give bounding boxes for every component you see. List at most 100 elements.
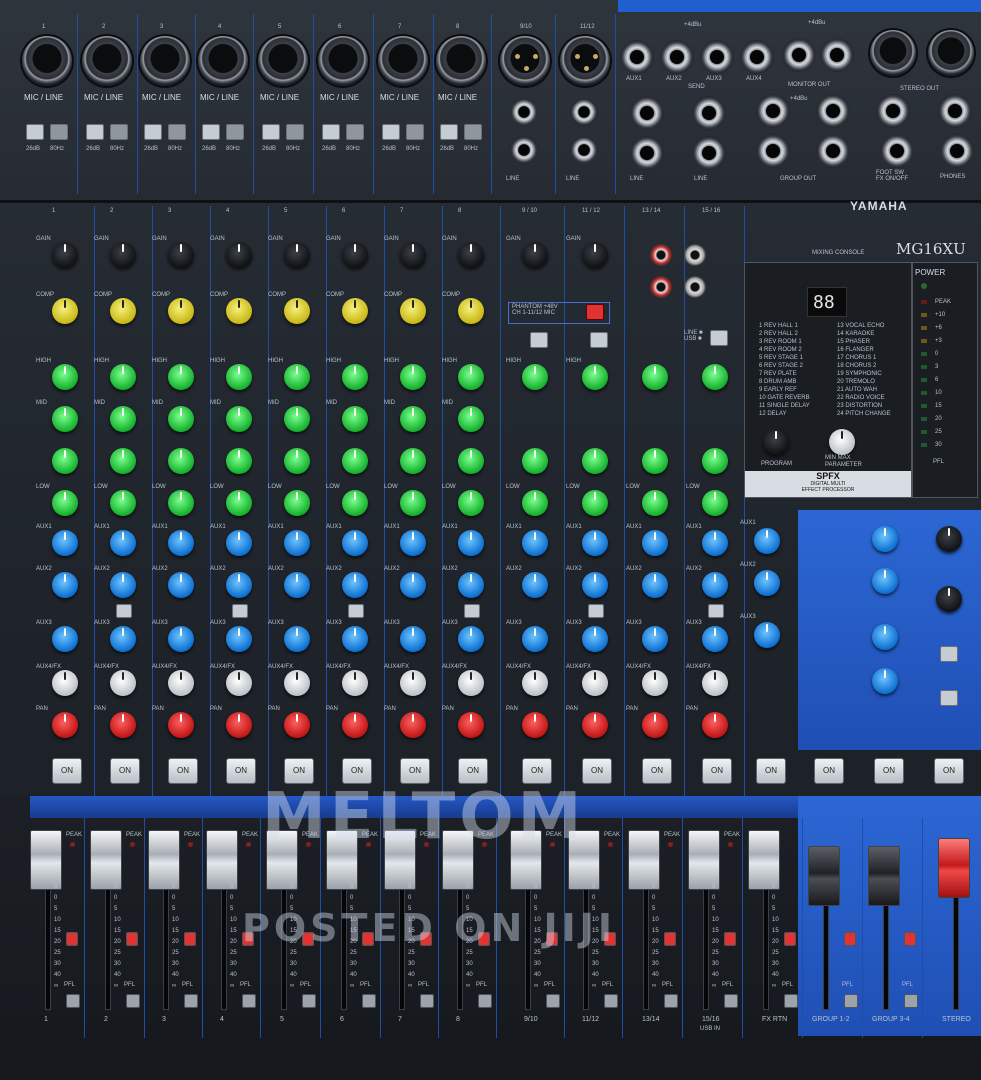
hpf-switch-6[interactable]: [346, 124, 364, 140]
strip-8-aux3-knob[interactable]: [458, 626, 484, 652]
strip-1-aux3-knob[interactable]: [52, 626, 78, 652]
strip-10-low-knob[interactable]: [582, 490, 608, 516]
aux3-send-jack[interactable]: [700, 40, 734, 74]
fader-15-assign-switch[interactable]: [904, 932, 916, 946]
phones-level-knob[interactable]: [936, 586, 962, 612]
strip-5-aux3-knob[interactable]: [284, 626, 310, 652]
strip-12-on-button[interactable]: ON: [702, 758, 732, 784]
fader-11-pfl-switch[interactable]: [664, 994, 678, 1008]
line-16-jack[interactable]: [692, 136, 726, 170]
strip-6-aux1-knob[interactable]: [342, 530, 368, 556]
strip-5-comp-knob[interactable]: [284, 298, 310, 324]
pad-switch-5[interactable]: [262, 124, 280, 140]
aux2-send-jack[interactable]: [660, 40, 694, 74]
strip-1-on-button[interactable]: ON: [52, 758, 82, 784]
pad-switch-3[interactable]: [144, 124, 162, 140]
stereo-out-left-xlr[interactable]: [870, 30, 916, 76]
strip-8-pan-knob[interactable]: [458, 712, 484, 738]
strip-6-mid-freq-knob[interactable]: [342, 406, 368, 432]
strip-5-on-button[interactable]: ON: [284, 758, 314, 784]
strip-4-low-knob[interactable]: [226, 490, 252, 516]
pad-switch-8[interactable]: [440, 124, 458, 140]
strip-3-aux2-knob[interactable]: [168, 572, 194, 598]
foot-switch-jack[interactable]: [880, 134, 914, 168]
pre-switch-1[interactable]: [116, 604, 132, 618]
strip-3-low-knob[interactable]: [168, 490, 194, 516]
line-14-jack[interactable]: [630, 136, 664, 170]
strip-2-mid-knob[interactable]: [110, 448, 136, 474]
strip-2-aux2-knob[interactable]: [110, 572, 136, 598]
strip-4-aux1-knob[interactable]: [226, 530, 252, 556]
strip-12-aux3-knob[interactable]: [702, 626, 728, 652]
phantom-switch[interactable]: [586, 304, 604, 320]
strip-12-mid-knob[interactable]: [702, 448, 728, 474]
strip-12-aux1-knob[interactable]: [702, 530, 728, 556]
fader-13-assign-switch[interactable]: [784, 932, 796, 946]
strip-1-mid-knob[interactable]: [52, 448, 78, 474]
strip-9-on-button[interactable]: ON: [522, 758, 552, 784]
strip-4-high-knob[interactable]: [226, 364, 252, 390]
strip-3-aux3-knob[interactable]: [168, 626, 194, 652]
strip-11-aux3-knob[interactable]: [642, 626, 668, 652]
strip-10-gain-knob[interactable]: [582, 242, 608, 268]
fader-9-pfl-switch[interactable]: [546, 994, 560, 1008]
strip-5-mid-freq-knob[interactable]: [284, 406, 310, 432]
strip-7-aux3-knob[interactable]: [400, 626, 426, 652]
strip-4-aux2-knob[interactable]: [226, 572, 252, 598]
fader-5-cap[interactable]: [266, 830, 298, 890]
input-9-combo-jack[interactable]: [500, 36, 550, 86]
rca-jack-3[interactable]: [650, 276, 672, 298]
pad-switch-2[interactable]: [86, 124, 104, 140]
fader-8-cap[interactable]: [442, 830, 474, 890]
rca-jack-4[interactable]: [684, 276, 706, 298]
strip-6-pan-knob[interactable]: [342, 712, 368, 738]
strip-4-comp-knob[interactable]: [226, 298, 252, 324]
strip-10-aux2-knob[interactable]: [582, 572, 608, 598]
strip-7-gain-knob[interactable]: [400, 242, 426, 268]
strip-1-low-knob[interactable]: [52, 490, 78, 516]
strip-12-low-knob[interactable]: [702, 490, 728, 516]
group-aux-knob-1[interactable]: [872, 526, 898, 552]
group-aux-knob-2[interactable]: [872, 568, 898, 594]
hpf-switch-4[interactable]: [226, 124, 244, 140]
fader-1-cap[interactable]: [30, 830, 62, 890]
hpf-switch-9-10[interactable]: [530, 332, 548, 348]
group-1-2-on-button[interactable]: ON: [814, 758, 844, 784]
rca-jack-1[interactable]: [650, 244, 672, 266]
pre-switch-5[interactable]: [588, 604, 604, 618]
fader-5-pfl-switch[interactable]: [302, 994, 316, 1008]
strip-9-aux2-knob[interactable]: [522, 572, 548, 598]
stereo-out-left-jack[interactable]: [876, 94, 910, 128]
fader-2-pfl-switch[interactable]: [126, 994, 140, 1008]
fader-4-assign-switch[interactable]: [242, 932, 254, 946]
fader-9-assign-switch[interactable]: [546, 932, 558, 946]
strip-7-pan-knob[interactable]: [400, 712, 426, 738]
fader-14-pfl-switch[interactable]: [844, 994, 858, 1008]
strip-9-pan-knob[interactable]: [522, 712, 548, 738]
strip-4-mid-freq-knob[interactable]: [226, 406, 252, 432]
hpf-switch-5[interactable]: [286, 124, 304, 140]
strip-9-high-knob[interactable]: [522, 364, 548, 390]
strip-10-on-button[interactable]: ON: [582, 758, 612, 784]
fader-6-cap[interactable]: [326, 830, 358, 890]
strip-1-pan-knob[interactable]: [52, 712, 78, 738]
strip-11-aux4-fx-knob[interactable]: [642, 670, 668, 696]
strip-5-gain-knob[interactable]: [284, 242, 310, 268]
fx-return-aux2-knob[interactable]: [754, 570, 780, 596]
input-10-combo-jack[interactable]: [560, 36, 610, 86]
fader-5-assign-switch[interactable]: [302, 932, 314, 946]
strip-3-mid-freq-knob[interactable]: [168, 406, 194, 432]
fader-13-pfl-switch[interactable]: [784, 994, 798, 1008]
pre-switch-3[interactable]: [348, 604, 364, 618]
fader-8-assign-switch[interactable]: [478, 932, 490, 946]
group-out-2-jack[interactable]: [756, 134, 790, 168]
pad-switch-6[interactable]: [322, 124, 340, 140]
strip-10-aux4-fx-knob[interactable]: [582, 670, 608, 696]
strip-9-aux1-knob[interactable]: [522, 530, 548, 556]
strip-1-aux2-knob[interactable]: [52, 572, 78, 598]
strip-7-high-knob[interactable]: [400, 364, 426, 390]
fader-4-pfl-switch[interactable]: [242, 994, 256, 1008]
fader-14-assign-switch[interactable]: [844, 932, 856, 946]
strip-4-gain-knob[interactable]: [226, 242, 252, 268]
strip-9-mid-knob[interactable]: [522, 448, 548, 474]
